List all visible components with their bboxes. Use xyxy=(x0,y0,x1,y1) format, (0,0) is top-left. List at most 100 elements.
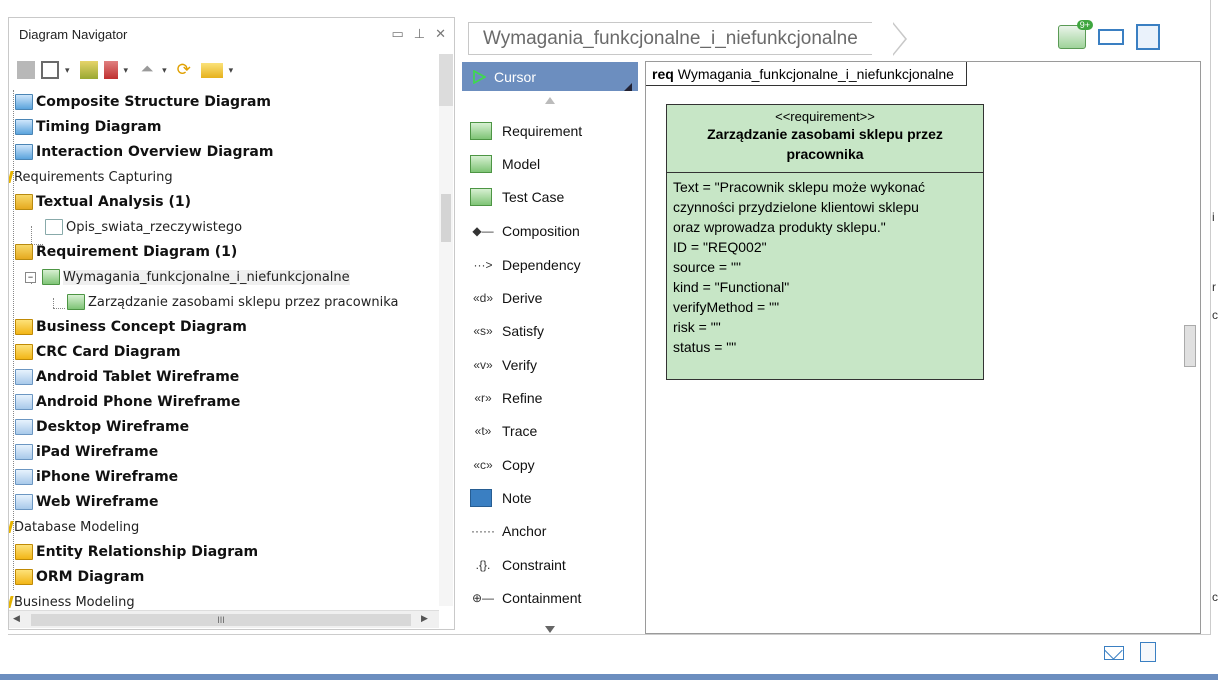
diagram-tree: Composite Structure Diagram Timing Diagr… xyxy=(9,90,439,610)
tree-item[interactable]: Textual Analysis (1) xyxy=(15,190,191,214)
dropdown-arrow-icon[interactable]: ▾ xyxy=(229,65,234,76)
fit-to-window-icon[interactable] xyxy=(1098,29,1124,45)
test-case-tool[interactable]: Test Case xyxy=(470,184,564,210)
tree-horizontal-scrollbar[interactable]: ◀ III ▶ xyxy=(9,610,439,628)
requirement-property: status = "" xyxy=(673,339,737,355)
tree-item[interactable]: ORM Diagram xyxy=(15,565,144,589)
tree-item-label: Wymagania_funkcjonalne_i_niefunkcjonalne xyxy=(63,269,350,285)
tree-item-label: Timing Diagram xyxy=(36,119,162,135)
tree-item-selected[interactable]: − Wymagania_funkcjonalne_i_niefunkcjonal… xyxy=(25,265,350,289)
folder-icon xyxy=(15,194,33,210)
constraint-tool[interactable]: .{}. Constraint xyxy=(470,552,566,578)
refine-tool[interactable]: «r» Refine xyxy=(470,385,542,411)
tree-item-label: Android Tablet Wireframe xyxy=(36,369,240,385)
close-icon[interactable]: ✕ xyxy=(435,26,446,42)
note-tool[interactable]: Note xyxy=(470,485,532,511)
tree-category[interactable]: Business Modeling xyxy=(9,590,135,610)
tree-item-label: Web Wireframe xyxy=(36,494,159,510)
erd-icon xyxy=(15,544,33,560)
dropdown-arrow-icon[interactable]: ▾ xyxy=(124,65,129,76)
requirement-property: source = "" xyxy=(673,259,741,275)
derive-tool[interactable]: «d» Derive xyxy=(470,285,542,311)
new-diagram-icon[interactable] xyxy=(17,61,35,79)
navigator-toolbar: ▾ ▾ ⏶ ▾ ⟳ ▾ xyxy=(9,52,439,88)
scrollbar-thumb[interactable] xyxy=(441,194,451,242)
anchor-tool-icon: ······ xyxy=(471,524,495,538)
composition-tool[interactable]: ◆— Composition xyxy=(470,218,579,244)
category-marker-icon xyxy=(9,596,14,608)
tree-category[interactable]: Requirements Capturing xyxy=(9,165,173,189)
canvas-scrollbar-thumb[interactable] xyxy=(1184,325,1196,367)
containment-tool[interactable]: ⊕— Containment xyxy=(470,585,581,611)
diagram-canvas[interactable]: req Wymagania_funkcjonalne_i_niefunkcjon… xyxy=(645,61,1201,634)
tree-item-label: CRC Card Diagram xyxy=(36,344,181,360)
tree-vertical-scrollbar[interactable] xyxy=(439,106,453,606)
tree-item[interactable]: Opis_swiata_rzeczywistego xyxy=(45,215,242,239)
tool-label: Note xyxy=(502,490,532,506)
dependency-tool[interactable]: ···> Dependency xyxy=(470,252,581,278)
diagram-overview-icon[interactable] xyxy=(1136,24,1160,50)
tree-item[interactable]: CRC Card Diagram xyxy=(15,340,181,364)
scroll-down-icon[interactable] xyxy=(545,626,555,633)
scroll-left-icon[interactable]: ◀ xyxy=(13,613,20,624)
tree-item[interactable]: Entity Relationship Diagram xyxy=(15,540,258,564)
breadcrumb[interactable]: Wymagania_funkcjonalne_i_niefunkcjonalne xyxy=(468,22,872,55)
tree-item[interactable]: iPad Wireframe xyxy=(15,440,158,464)
note-icon[interactable] xyxy=(1140,642,1156,662)
containment-tool-icon: ⊕— xyxy=(471,591,495,605)
tree-item[interactable]: Timing Diagram xyxy=(15,115,161,139)
folder-icon[interactable] xyxy=(200,62,223,78)
tree-item[interactable]: Composite Structure Diagram xyxy=(15,90,271,114)
navigator-header: Diagram Navigator ▭ ⊥ ✕ xyxy=(9,18,454,50)
verify-tool[interactable]: «v» Verify xyxy=(470,352,537,378)
cursor-tool[interactable]: Cursor xyxy=(462,62,638,91)
collapse-icon[interactable]: − xyxy=(25,271,36,283)
tree-item[interactable]: Requirement Diagram (1) xyxy=(15,240,237,264)
notification-icon[interactable]: 9+ xyxy=(1058,20,1093,49)
requirement-tool[interactable]: Requirement xyxy=(470,118,582,144)
tree-item[interactable]: Business Concept Diagram xyxy=(15,315,247,339)
dropdown-arrow-icon[interactable]: ▾ xyxy=(162,65,167,76)
requirement-element[interactable]: <<requirement>> Zarządzanie zasobami skl… xyxy=(666,104,984,380)
tree-item[interactable]: Zarządzanie zasobami sklepu przez pracow… xyxy=(67,290,399,314)
tool-label: Anchor xyxy=(502,523,547,539)
dropdown-arrow-icon[interactable]: ▾ xyxy=(65,65,70,76)
tree-item[interactable]: Android Phone Wireframe xyxy=(15,390,240,414)
navigator-toolbar-scroll[interactable] xyxy=(439,54,453,106)
tree-view-icon[interactable] xyxy=(41,61,59,79)
restore-icon[interactable]: ▭ xyxy=(391,26,403,42)
sort-icon[interactable] xyxy=(79,61,98,79)
trace-tool[interactable]: «t» Trace xyxy=(470,418,538,444)
derive-tool-icon: «d» xyxy=(472,291,494,305)
notification-badge: 9+ xyxy=(1076,20,1093,30)
copy-tool-icon: «c» xyxy=(473,458,493,472)
tool-label: Requirement xyxy=(502,123,583,139)
tree-item[interactable]: Android Tablet Wireframe xyxy=(15,365,239,389)
model-tool[interactable]: Model xyxy=(470,151,540,177)
wireframe-icon xyxy=(15,494,33,510)
requirement-icon xyxy=(67,294,85,310)
pin-icon[interactable]: ⊥ xyxy=(414,26,425,42)
sort-desc-icon[interactable] xyxy=(103,61,118,79)
up-icon[interactable]: ⏶ xyxy=(138,61,156,79)
adjacent-window-edge xyxy=(1210,0,1218,680)
cursor-arrow-icon xyxy=(473,69,486,84)
requirement-property: risk = "" xyxy=(673,319,721,335)
copy-tool[interactable]: «c» Copy xyxy=(470,452,534,478)
tree-item-label: Desktop Wireframe xyxy=(36,419,190,435)
requirement-tool-icon xyxy=(470,122,492,140)
mail-icon[interactable] xyxy=(1104,646,1124,660)
scrollbar-thumb[interactable]: III xyxy=(31,614,411,626)
scroll-up-icon[interactable] xyxy=(545,97,555,104)
scroll-right-icon[interactable]: ▶ xyxy=(421,613,428,624)
tree-item[interactable]: Interaction Overview Diagram xyxy=(15,140,273,164)
tree-category[interactable]: Database Modeling xyxy=(9,515,139,539)
diagram-frame-header[interactable]: req Wymagania_funkcjonalne_i_niefunkcjon… xyxy=(646,62,967,86)
requirement-name: Zarządzanie zasobami sklepu przez pracow… xyxy=(707,126,943,162)
tree-item[interactable]: Web Wireframe xyxy=(15,490,159,514)
anchor-tool[interactable]: ······ Anchor xyxy=(470,518,546,544)
refresh-icon[interactable]: ⟳ xyxy=(177,61,195,79)
tree-item[interactable]: iPhone Wireframe xyxy=(15,465,178,489)
tree-item[interactable]: Desktop Wireframe xyxy=(15,415,189,439)
satisfy-tool[interactable]: «s» Satisfy xyxy=(470,318,544,344)
